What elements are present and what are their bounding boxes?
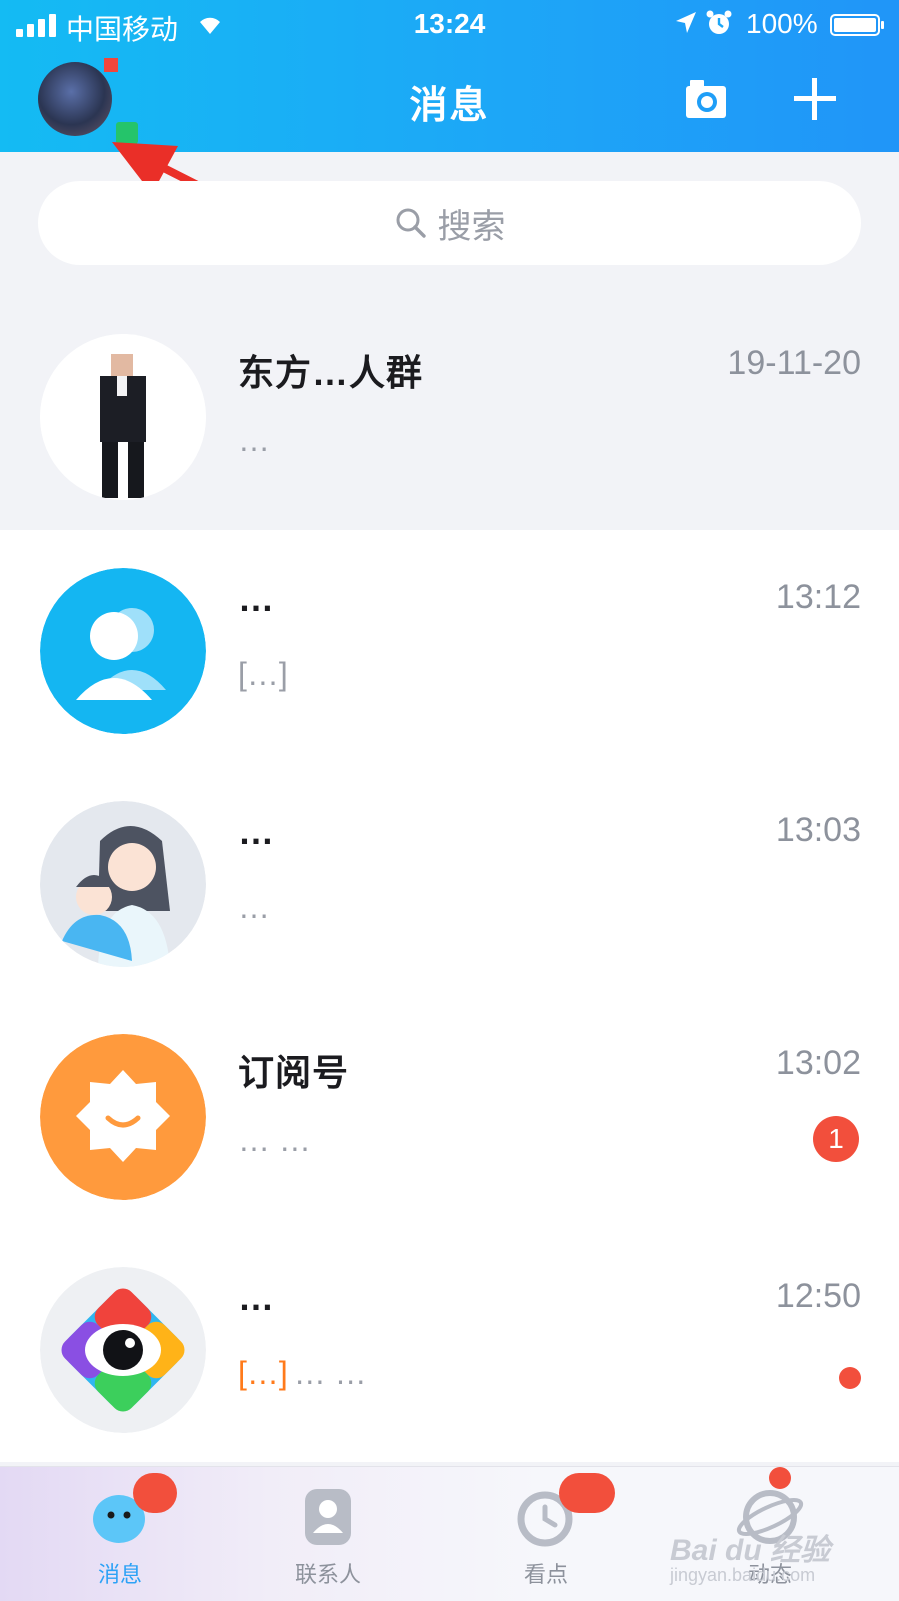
contact-avatar: [40, 1034, 206, 1200]
tab-badge: [133, 1473, 177, 1513]
contacts-tab-icon: [293, 1481, 363, 1551]
chat-name: …: [238, 811, 275, 852]
camera-icon: [686, 80, 726, 118]
search-icon: [396, 208, 426, 238]
tab-badge: [559, 1473, 615, 1513]
avatar-notify-dot: [104, 58, 118, 72]
chat-time: 12:50: [775, 1277, 861, 1315]
baidu-watermark: Bai du 经验 jingyan.baidu.com: [670, 1525, 830, 1586]
chat-preview: …: [238, 422, 270, 458]
chat-list: 东方…人群 19-11-20 … … 13:12 […] … 13:03 … 订…: [0, 296, 899, 1462]
tab-dot: [769, 1467, 791, 1489]
page-title: 消息: [409, 85, 490, 127]
battery-percent: 100%: [746, 8, 818, 39]
chat-row[interactable]: 东方…人群 19-11-20 …: [0, 296, 899, 530]
chat-preview: …: [238, 889, 270, 925]
tab-label: 联系人: [294, 1562, 361, 1587]
kandian-tab-icon: [511, 1473, 615, 1551]
alarm-icon: [706, 9, 732, 44]
chat-preview: […]: [238, 656, 288, 692]
tab-kandian[interactable]: 看点: [476, 1473, 616, 1591]
search-bar[interactable]: 搜索: [38, 181, 861, 265]
contact-avatar: [40, 1267, 206, 1433]
unread-badge: 1: [813, 1116, 859, 1162]
contact-avatar: [40, 801, 206, 967]
watermark-url: jingyan.baidu.com: [670, 1565, 816, 1585]
tab-contacts[interactable]: 联系人: [258, 1481, 398, 1591]
contact-avatar: [40, 334, 206, 500]
tab-label: 消息: [97, 1562, 142, 1587]
chat-time: 13:12: [775, 578, 861, 616]
add-button[interactable]: [792, 76, 838, 122]
tab-label: 看点: [523, 1562, 568, 1587]
chat-row[interactable]: … 12:50 […]… …: [0, 1229, 899, 1462]
plus-icon: [794, 78, 836, 120]
messages-tab-icon: [85, 1473, 177, 1551]
unread-dot: [839, 1367, 861, 1389]
chat-row[interactable]: 订阅号 13:02 … … 1: [0, 996, 899, 1229]
watermark-brand: Bai du 经验: [670, 1534, 831, 1567]
preview-tag: […]: [238, 1355, 288, 1391]
camera-button[interactable]: [684, 78, 728, 120]
preview-text: … …: [293, 1355, 367, 1391]
chat-name: 订阅号: [238, 1052, 350, 1093]
contact-avatar: [40, 568, 206, 734]
chat-time: 19-11-20: [727, 344, 861, 382]
chat-name: 东方…人群: [238, 352, 424, 393]
status-bar: 中国移动 13:24 100%: [0, 0, 899, 52]
chat-preview: … …: [238, 1122, 311, 1158]
chat-name: …: [238, 578, 275, 619]
search-placeholder: 搜索: [437, 207, 506, 246]
battery-icon: [830, 14, 884, 36]
chat-time: 13:02: [775, 1044, 861, 1082]
location-icon: [674, 10, 698, 43]
chat-row[interactable]: … 13:03 …: [0, 763, 899, 996]
app-header: 中国移动 13:24 100% 消息: [0, 0, 899, 152]
chat-name: …: [238, 1277, 275, 1318]
chat-row[interactable]: … 13:12 […]: [0, 530, 899, 763]
chat-preview: […]… …: [238, 1355, 367, 1392]
tab-messages[interactable]: 消息: [50, 1473, 190, 1591]
chat-time: 13:03: [775, 811, 861, 849]
